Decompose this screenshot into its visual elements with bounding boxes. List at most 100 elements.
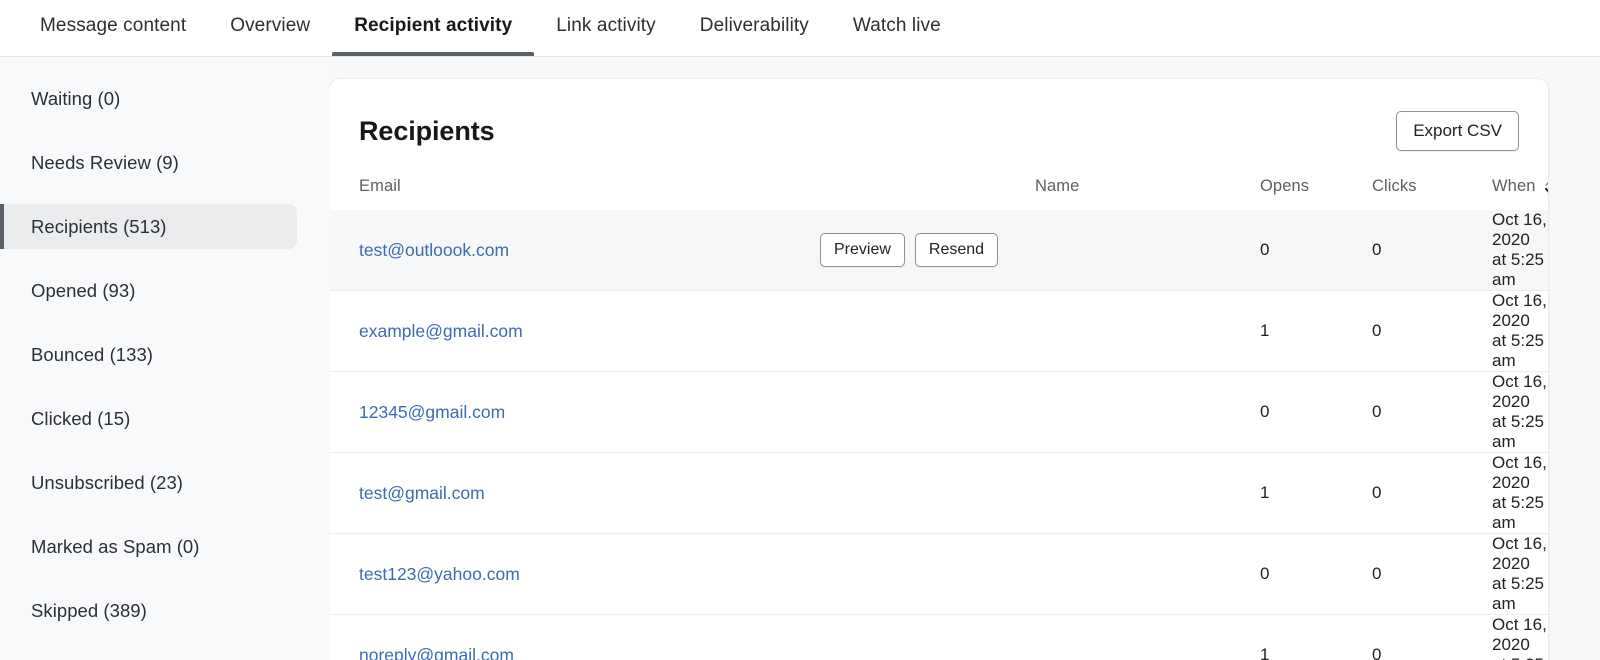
cell-when: Oct 16, 2020 at 5:25 am <box>1492 371 1548 453</box>
sidebar-item-label: Needs Review (9) <box>31 151 179 173</box>
sidebar-item-marked-as-spam[interactable]: Marked as Spam (0) <box>0 524 297 569</box>
sidebar-item-skipped[interactable]: Skipped (389) <box>0 588 297 633</box>
sidebar-item-label: Unsubscribed (23) <box>31 471 184 493</box>
sidebar-item-waiting[interactable]: Waiting (0) <box>0 76 297 121</box>
sidebar-item-recipients[interactable]: Recipients (513) <box>0 204 297 249</box>
tab-label: Overview <box>230 15 311 36</box>
cell-opens: 1 <box>1260 452 1372 534</box>
cell-name <box>1035 533 1260 615</box>
tab-label: Watch live <box>852 15 941 36</box>
email-link[interactable]: test123@yahoo.com <box>359 564 520 584</box>
email-link[interactable]: noreply@gmail.com <box>359 645 514 660</box>
sidebar-item-label: Skipped (389) <box>31 599 147 621</box>
recipients-card: Recipients Export CSV Email Name Opens C… <box>330 79 1548 660</box>
tab-message-content[interactable]: Message content <box>18 0 208 55</box>
sort-when-control[interactable]: When <box>1492 177 1548 196</box>
cell-email: test123@yahoo.com <box>330 533 820 615</box>
table-header: Email Name Opens Clicks When <box>330 177 1548 210</box>
main-content: Recipients Export CSV Email Name Opens C… <box>330 57 1600 660</box>
page-title: Recipients <box>359 115 495 146</box>
tab-recipient-activity[interactable]: Recipient activity <box>332 0 535 56</box>
table-row[interactable]: test@outloook.com Preview Resend 0 0 Oct… <box>330 209 1548 291</box>
email-link[interactable]: test@gmail.com <box>359 483 485 503</box>
cell-opens: 1 <box>1260 290 1372 372</box>
cell-email: example@gmail.com <box>330 290 820 372</box>
cell-opens: 0 <box>1260 371 1372 453</box>
cell-name <box>1035 614 1260 660</box>
cell-when: Oct 16, 2020 at 5:25 am <box>1492 290 1548 372</box>
email-link[interactable]: example@gmail.com <box>359 321 523 341</box>
recipients-table: Email Name Opens Clicks When test@outloo… <box>330 177 1548 660</box>
sidebar-item-unsubscribed[interactable]: Unsubscribed (23) <box>0 460 297 505</box>
sidebar-item-label: Waiting (0) <box>31 87 121 109</box>
sort-chevrons-icon[interactable] <box>1543 178 1548 196</box>
cell-actions <box>820 533 1035 615</box>
cell-clicks: 0 <box>1372 371 1492 453</box>
tab-bar: Message content Overview Recipient activ… <box>0 0 1600 57</box>
cell-when: Oct 16, 2020 at 5:25 am <box>1492 533 1548 615</box>
email-link[interactable]: test@outloook.com <box>359 240 509 260</box>
tab-label: Deliverability <box>699 15 809 36</box>
cell-when: Oct 16, 2020 at 5:25 am <box>1492 209 1548 291</box>
tab-deliverability[interactable]: Deliverability <box>678 0 831 55</box>
tab-label: Message content <box>40 15 187 36</box>
sidebar-item-label: Clicked (15) <box>31 407 131 429</box>
column-header-name[interactable]: Name <box>1035 177 1260 210</box>
export-csv-button[interactable]: Export CSV <box>1396 111 1519 151</box>
row-actions: Preview Resend <box>820 233 1035 267</box>
sidebar-item-opened[interactable]: Opened (93) <box>0 268 297 313</box>
cell-actions <box>820 371 1035 453</box>
sidebar-item-label: Recipients (513) <box>31 215 167 237</box>
cell-email: noreply@gmail.com <box>330 614 820 660</box>
sidebar-item-clicked[interactable]: Clicked (15) <box>0 396 297 441</box>
sidebar-item-label: Bounced (133) <box>31 343 154 365</box>
sidebar-item-label: Marked as Spam (0) <box>31 535 200 557</box>
cell-clicks: 0 <box>1372 209 1492 291</box>
cell-clicks: 0 <box>1372 533 1492 615</box>
cell-when: Oct 16, 2020 at 5:25 am <box>1492 452 1548 534</box>
cell-opens: 0 <box>1260 209 1372 291</box>
cell-name <box>1035 452 1260 534</box>
tab-watch-live[interactable]: Watch live <box>831 0 963 55</box>
column-header-when[interactable]: When <box>1492 177 1548 210</box>
tab-label: Recipient activity <box>354 15 513 36</box>
sidebar-item-bounced[interactable]: Bounced (133) <box>0 332 297 377</box>
sidebar-item-needs-review[interactable]: Needs Review (9) <box>0 140 297 185</box>
card-header: Recipients Export CSV <box>330 79 1548 151</box>
cell-clicks: 0 <box>1372 614 1492 660</box>
tab-label: Link activity <box>556 15 656 36</box>
sidebar-item-label: Opened (93) <box>31 279 136 301</box>
email-link[interactable]: 12345@gmail.com <box>359 402 505 422</box>
column-header-opens[interactable]: Opens <box>1260 177 1372 210</box>
column-header-when-label: When <box>1492 177 1536 195</box>
table-body: test@outloook.com Preview Resend 0 0 Oct… <box>330 209 1548 660</box>
table-row[interactable]: test123@yahoo.com 0 0 Oct 16, 2020 at 5:… <box>330 533 1548 615</box>
table-row[interactable]: test@gmail.com 1 0 Oct 16, 2020 at 5:25 … <box>330 452 1548 534</box>
resend-button[interactable]: Resend <box>914 233 999 267</box>
cell-name <box>1035 290 1260 372</box>
table-row[interactable]: example@gmail.com 1 0 Oct 16, 2020 at 5:… <box>330 290 1548 372</box>
table-header-row: Email Name Opens Clicks When <box>330 177 1548 210</box>
cell-email: 12345@gmail.com <box>330 371 820 453</box>
tab-overview[interactable]: Overview <box>208 0 332 55</box>
cell-actions <box>820 452 1035 534</box>
cell-when: Oct 16, 2020 at 5:25 am <box>1492 614 1548 660</box>
column-header-clicks[interactable]: Clicks <box>1372 177 1492 210</box>
cell-actions: Preview Resend <box>820 209 1035 291</box>
cell-opens: 1 <box>1260 614 1372 660</box>
tab-link-activity[interactable]: Link activity <box>534 0 678 55</box>
cell-name <box>1035 209 1260 291</box>
cell-actions <box>820 290 1035 372</box>
cell-email: test@gmail.com <box>330 452 820 534</box>
cell-actions <box>820 614 1035 660</box>
sidebar: Waiting (0) Needs Review (9) Recipients … <box>0 57 330 660</box>
cell-email: test@outloook.com <box>330 209 820 291</box>
page-body: Waiting (0) Needs Review (9) Recipients … <box>0 57 1600 660</box>
table-row[interactable]: noreply@gmail.com 1 0 Oct 16, 2020 at 5:… <box>330 614 1548 660</box>
cell-opens: 0 <box>1260 533 1372 615</box>
cell-clicks: 0 <box>1372 452 1492 534</box>
column-header-email[interactable]: Email <box>330 177 820 210</box>
table-row[interactable]: 12345@gmail.com 0 0 Oct 16, 2020 at 5:25… <box>330 371 1548 453</box>
preview-button[interactable]: Preview <box>820 233 905 267</box>
cell-clicks: 0 <box>1372 290 1492 372</box>
